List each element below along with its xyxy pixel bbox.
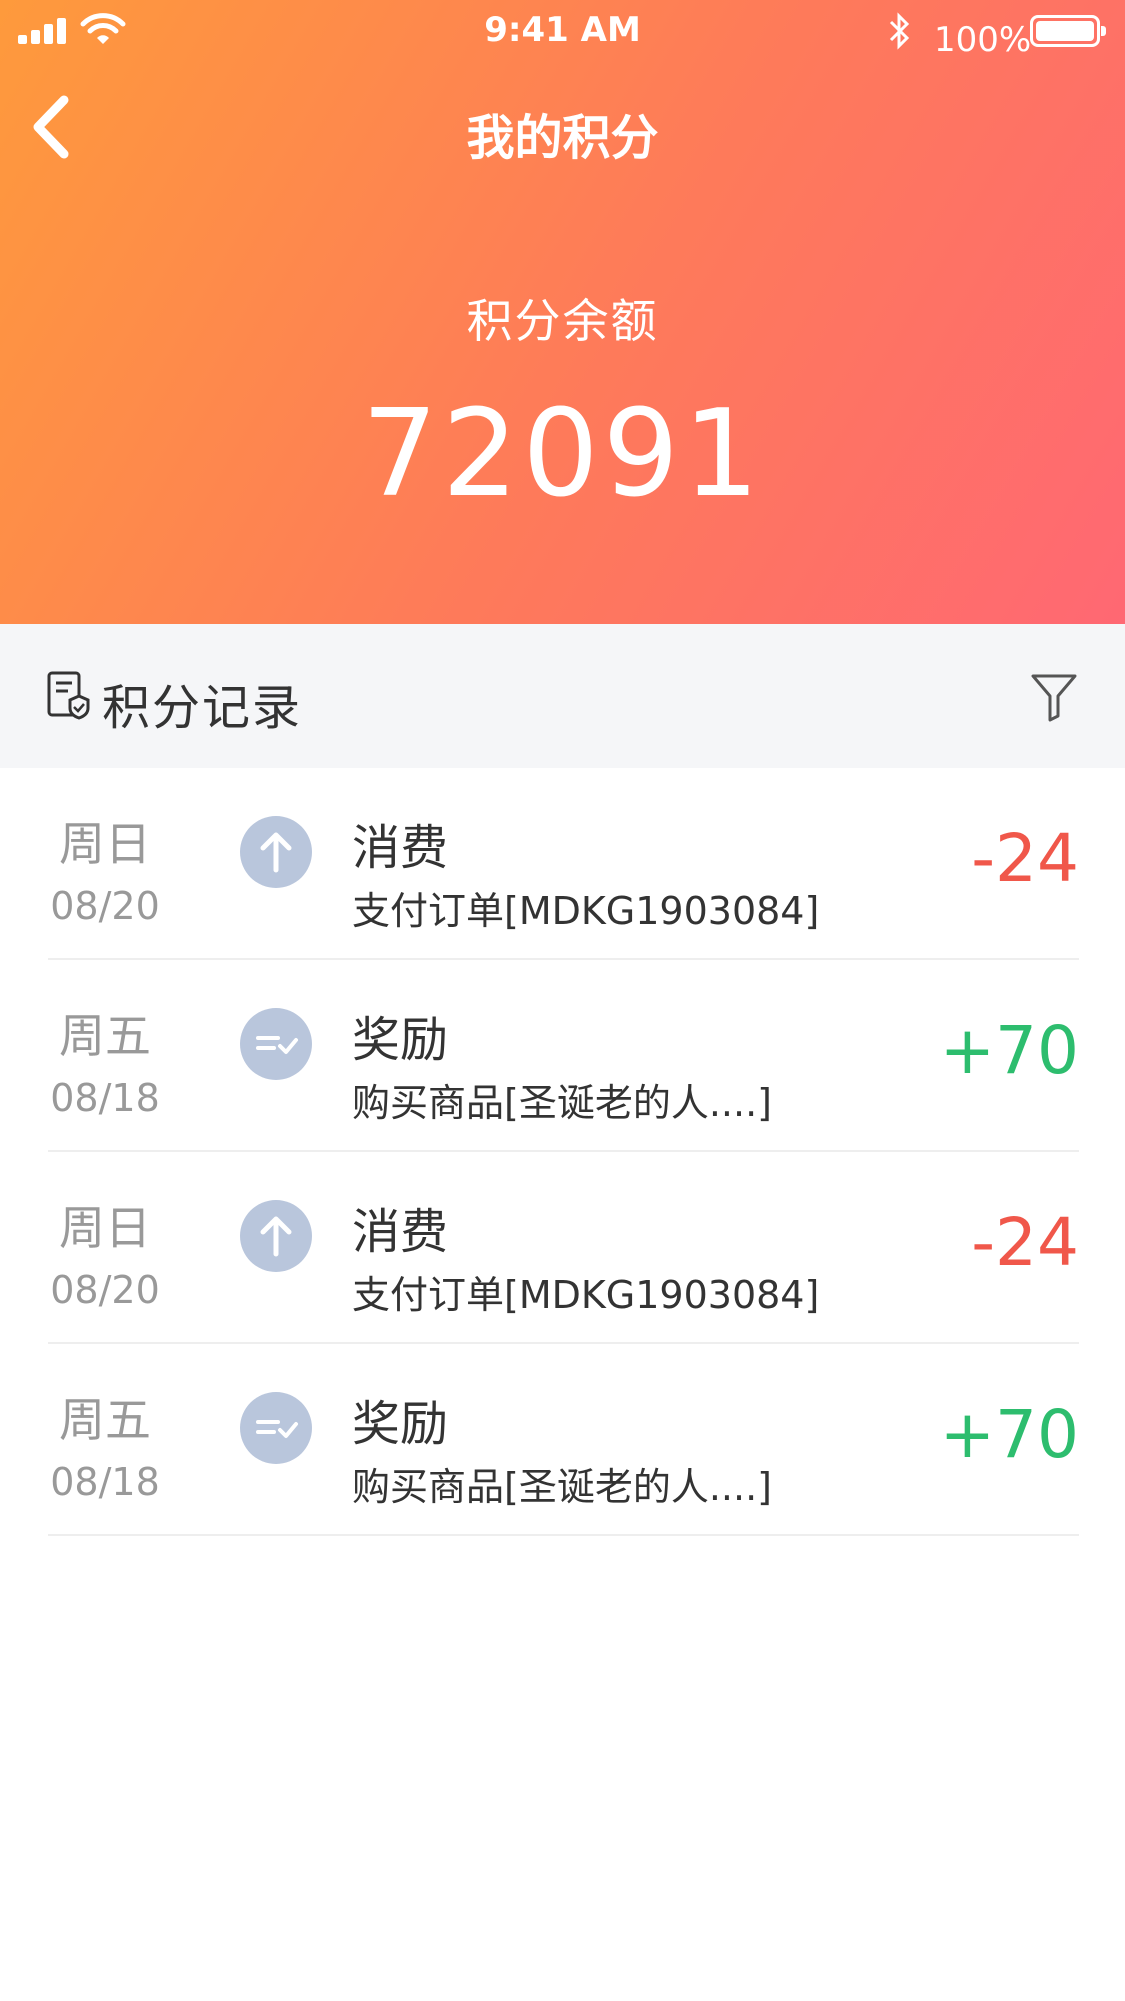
bluetooth-icon [889,12,910,50]
record-date: 08/20 [50,1268,160,1312]
record-description: 购买商品[圣诞老的人....] [352,1081,772,1125]
record-weekday: 周日 [59,1201,151,1255]
list-item[interactable]: 周五 08/18 奖励 购买商品[圣诞老的人....] +70 [0,960,1125,1152]
list-item[interactable]: 周日 08/20 消费 支付订单[MDKG1903084] -24 [0,768,1125,960]
record-description: 支付订单[MDKG1903084] [352,1273,820,1317]
record-date: 08/20 [50,884,160,928]
battery-percentage: 100% [934,20,1032,60]
record-amount: +70 [939,1012,1079,1089]
filter-icon[interactable] [1030,672,1078,722]
record-amount: -24 [971,1204,1079,1281]
record-weekday: 周五 [59,1393,151,1447]
record-title: 消费 [352,820,449,876]
reward-check-icon [240,1392,312,1464]
record-date: 08/18 [50,1460,160,1504]
status-bar: 9:41 AM 100% [0,0,1125,64]
record-description: 购买商品[圣诞老的人....] [352,1465,772,1509]
list-item[interactable]: 周日 08/20 消费 支付订单[MDKG1903084] -24 [0,1152,1125,1344]
record-weekday: 周五 [59,1009,151,1063]
divider [48,1534,1079,1536]
battery-icon [1030,15,1106,47]
record-title: 奖励 [352,1012,449,1068]
record-weekday: 周日 [59,817,151,871]
arrow-up-icon [240,816,312,888]
reward-check-icon [240,1008,312,1080]
points-header: 9:41 AM 100% 我的积分 积分余额 72091 [0,0,1125,624]
record-title: 奖励 [352,1396,449,1452]
page-title: 我的积分 [466,110,659,166]
balance-value: 72091 [361,385,764,524]
balance-label: 积分余额 [466,294,659,348]
list-item[interactable]: 周五 08/18 奖励 购买商品[圣诞老的人....] +70 [0,1344,1125,1536]
record-title: 消费 [352,1204,449,1260]
record-amount: +70 [939,1396,1079,1473]
record-date: 08/18 [50,1076,160,1120]
record-description: 支付订单[MDKG1903084] [352,889,820,933]
record-amount: -24 [971,820,1079,897]
arrow-up-icon [240,1200,312,1272]
records-title: 积分记录 [102,680,303,736]
records-list: 周日 08/20 消费 支付订单[MDKG1903084] -24 周五 08/… [0,768,1125,1536]
records-icon [47,671,90,720]
